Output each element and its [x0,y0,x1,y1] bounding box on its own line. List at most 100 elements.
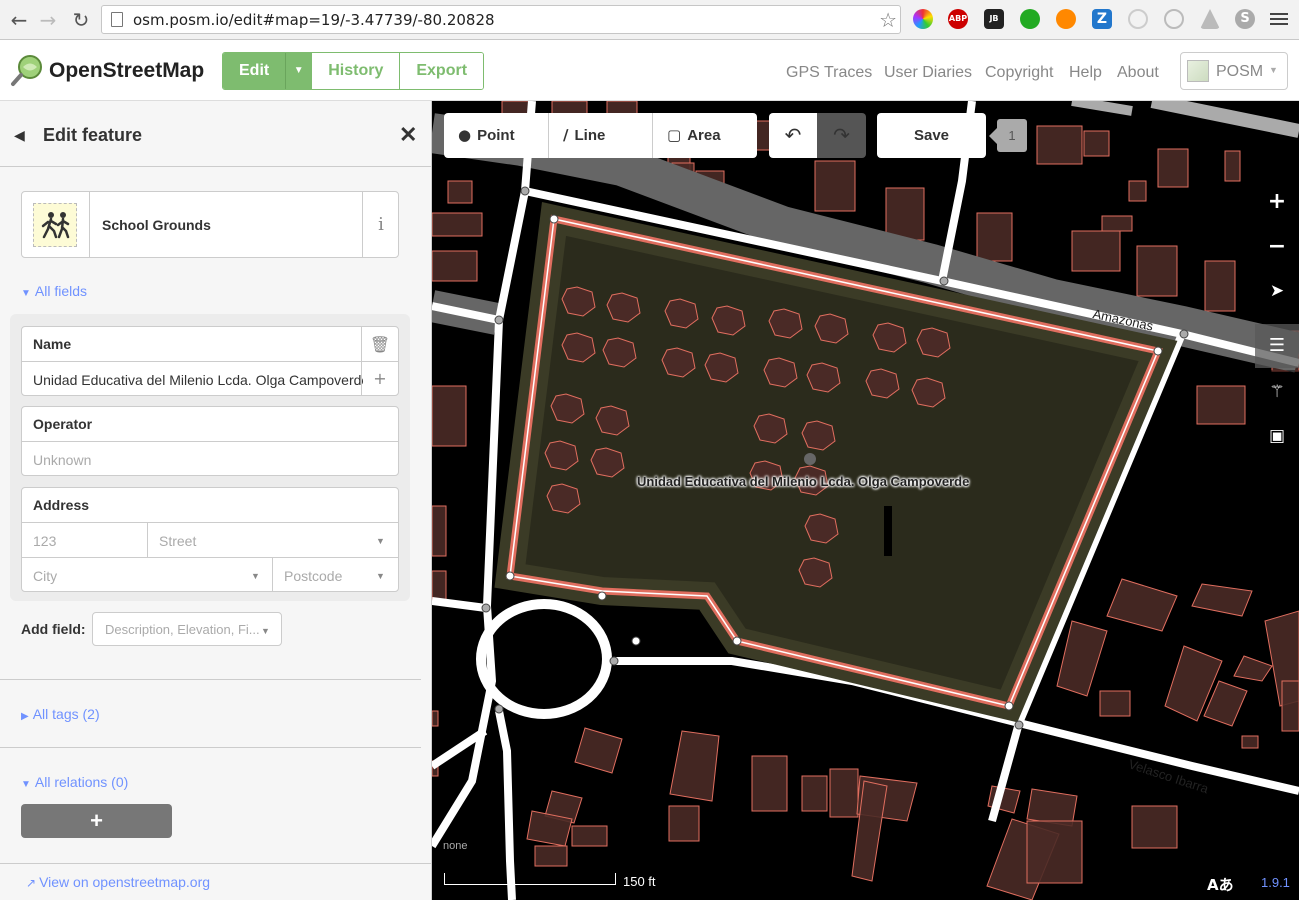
url-text: osm.posm.io/edit#map=19/-3.47739/-80.208… [133,11,495,29]
nav-help[interactable]: Help [1069,64,1102,82]
building [1036,125,1083,165]
bookmark-star-icon[interactable]: ☆ [879,8,897,32]
city-input[interactable]: City ▼ [22,558,273,592]
nav-user-diaries[interactable]: User Diaries [884,64,972,82]
imagery-attribution: none [443,840,468,852]
edit-button[interactable]: Edit [223,53,286,89]
info-icon[interactable]: i [362,192,399,257]
building [829,768,859,818]
building [574,727,623,774]
vertex [1179,329,1189,339]
road-northeast-2 [1071,101,1133,116]
map-canvas[interactable]: Unidad Educativa del Milenio Lcda. Olga … [432,101,1299,900]
divider [0,679,421,680]
zoom-out-icon[interactable]: − [1255,225,1299,269]
feather-ext-icon[interactable] [1128,9,1148,29]
add-field-combo[interactable]: Description, Elevation, Fi... ▼ [92,612,282,646]
version-link[interactable]: 1.9.1 [1261,875,1290,890]
building [1083,130,1110,157]
view-on-osm-label: View on openstreetmap.org [39,874,211,890]
browser-menu-icon[interactable] [1270,10,1288,28]
angular-ext-icon[interactable] [1200,9,1220,29]
zoom-in-icon[interactable]: + [1255,180,1299,224]
school-children-icon [41,212,70,239]
avatar [1187,60,1209,82]
nav-copyright[interactable]: Copyright [985,64,1053,82]
layers-icon[interactable]: ☰ [1255,324,1299,368]
street-input[interactable]: Street ▼ [148,523,398,557]
building [432,385,467,447]
adblock-icon[interactable]: ABP [948,9,968,29]
triangle-right-icon: ▶ [21,711,29,722]
address-field: Address 123 Street ▼ City ▼ Postcode ▼ [21,487,399,592]
back-arrow-icon[interactable]: ← [8,9,30,31]
osm-logo-text[interactable]: OpenStreetMap [49,59,204,83]
building [1131,805,1178,849]
road-west-link [432,597,487,612]
nav-gps-traces[interactable]: GPS Traces [786,64,872,82]
building [432,250,478,282]
add-area-button[interactable]: ▢ Area [652,113,757,158]
target-ext-icon[interactable] [1164,9,1184,29]
history-button[interactable]: History [311,53,400,89]
undo-icon[interactable]: ↶ [769,113,817,158]
add-point-button[interactable]: ● Point [444,113,548,158]
building [668,805,700,842]
school-point-icon [804,453,816,465]
operator-input[interactable]: Unknown [22,441,398,476]
nav-about[interactable]: About [1117,64,1159,82]
building [801,775,828,812]
reload-icon[interactable]: ↻ [70,9,92,31]
color-wheel-icon[interactable] [913,9,933,29]
name-field: Name 🗑 Unidad Educativa del Milenio Lcda… [21,326,399,396]
hangouts-icon[interactable] [1020,9,1040,29]
back-triangle-icon[interactable]: ◀ [14,127,25,144]
close-icon[interactable]: ✕ [399,122,417,148]
building [1241,735,1259,749]
all-tags-toggle[interactable]: ▶ All tags (2) [21,706,100,722]
building [432,505,447,557]
map-data-icon[interactable]: ⚚ [1255,370,1299,414]
user-menu-button[interactable]: POSM ▼ [1180,52,1288,90]
vertex [505,571,515,581]
building [432,570,447,602]
point-marker-icon: ● [458,126,472,144]
forward-arrow-icon[interactable]: → [37,9,59,31]
divider [0,863,431,864]
line-icon: ∕ [563,126,569,144]
export-button[interactable]: Export [399,53,484,89]
housenumber-input[interactable]: 123 [22,523,148,557]
building [1106,578,1178,632]
redo-icon[interactable]: ↷ [817,113,866,158]
z-ext-icon[interactable]: Z [1092,9,1112,29]
map-footer: Aあ 1.9.1 [1195,865,1299,900]
geolocate-icon[interactable]: ➤ [1255,269,1299,313]
roundabout [476,599,612,719]
edit-dropdown-caret-icon[interactable]: ▼ [285,53,312,89]
orange-ext-icon[interactable] [1056,9,1076,29]
save-button[interactable]: Save [877,113,986,158]
scale-bar[interactable] [444,873,616,885]
preset-selector[interactable]: School Grounds i [21,191,399,258]
all-fields-toggle[interactable]: ▼ All fields [21,283,87,299]
preset-icon-box [22,192,90,257]
point-label: Point [477,127,515,144]
jetbrains-icon[interactable]: JB [984,9,1004,29]
address-bar[interactable]: osm.posm.io/edit#map=19/-3.47739/-80.208… [101,5,901,34]
building [1233,655,1273,682]
trash-icon[interactable]: 🗑 [361,327,398,362]
postcode-input[interactable]: Postcode ▼ [273,558,398,592]
add-relation-button[interactable]: + [21,804,172,838]
s-ext-icon[interactable]: S [1235,9,1255,29]
add-localized-name-icon[interactable]: + [361,361,398,396]
road-northeast [1150,101,1299,138]
osm-logo-icon[interactable] [10,54,43,87]
add-line-button[interactable]: ∕ Line [548,113,652,158]
view-on-osm-link[interactable]: ↗ View on openstreetmap.org [26,874,210,890]
bug-and-language-icon[interactable]: Aあ [1207,874,1234,895]
name-input[interactable]: Unidad Educativa del Milenio Lcda. Olga … [22,361,398,396]
help-book-icon[interactable]: ▣ [1255,414,1299,458]
divider [0,747,421,748]
triangle-down-icon: ▼ [21,779,31,790]
all-relations-toggle[interactable]: ▼ All relations (0) [21,774,128,790]
